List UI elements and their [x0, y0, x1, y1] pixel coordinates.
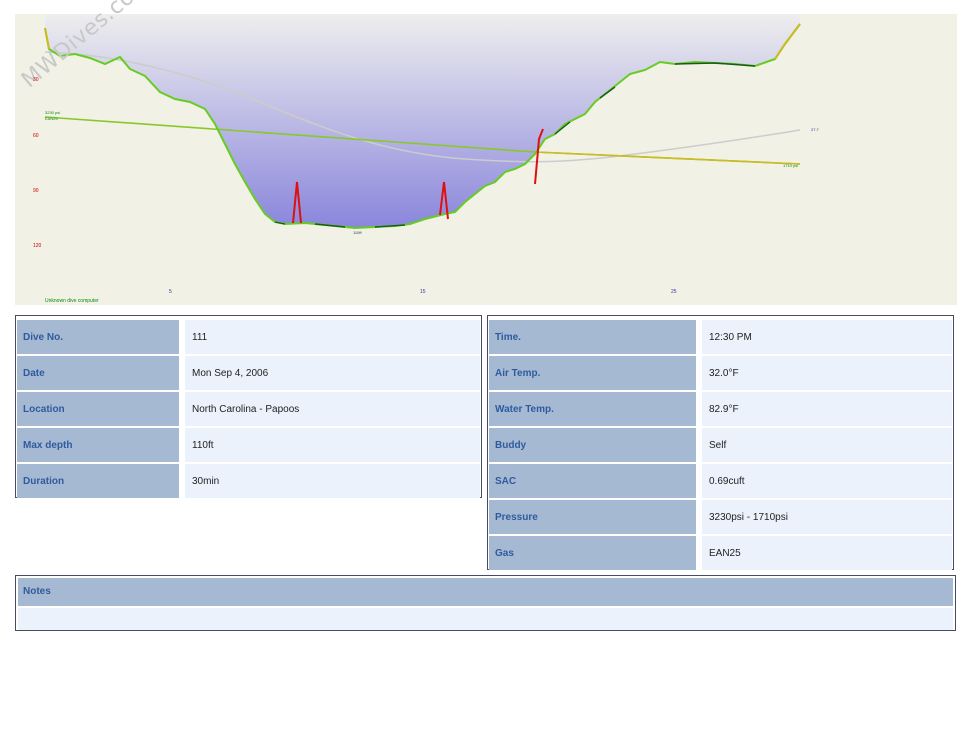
max-depth-label: Max depth [17, 428, 179, 462]
table-row: Pressure 3230psi - 1710psi [489, 500, 952, 534]
table-row: Air Temp. 32.0°F [489, 356, 952, 390]
table-row: Buddy Self [489, 428, 952, 462]
depth-area [45, 14, 800, 228]
notes-text [18, 608, 953, 630]
notes-section: Notes [15, 575, 956, 631]
temperature-label: 27.7 [811, 127, 819, 132]
depth-tick: 120 [33, 243, 42, 249]
table-row: Duration 30min [17, 464, 480, 498]
duration-value: 30min [179, 464, 480, 498]
dive-profile-svg [44, 14, 801, 230]
table-row: Max depth 110ft [17, 428, 480, 462]
time-value: 12:30 PM [696, 320, 952, 354]
water-temp-value: 82.9°F [696, 392, 952, 426]
table-row: Dive No. 111 [17, 320, 480, 354]
pressure-value: 3230psi - 1710psi [696, 500, 952, 534]
location-label: Location [17, 392, 179, 426]
air-temp-label: Air Temp. [489, 356, 696, 390]
dive-profile-chart: MWDives.com 30 60 90 120 5 15 25 110ft 3… [15, 0, 957, 305]
time-tick: 5 [169, 289, 172, 295]
water-temp-label: Water Temp. [489, 392, 696, 426]
dive-computer-label: Unknown dive computer [45, 298, 99, 304]
table-row: Date Mon Sep 4, 2006 [17, 356, 480, 390]
sac-label: SAC [489, 464, 696, 498]
time-tick: 25 [671, 289, 677, 295]
gas-label: Gas [489, 536, 696, 570]
max-depth-label: 110ft [353, 230, 362, 235]
table-row: Water Temp. 82.9°F [489, 392, 952, 426]
dive-number-label: Dive No. [17, 320, 179, 354]
duration-label: Duration [17, 464, 179, 498]
pressure-label: Pressure [489, 500, 696, 534]
start-pressure-label: 3230 psi [45, 110, 61, 115]
gas-value: EAN25 [696, 536, 952, 570]
air-temp-value: 32.0°F [696, 356, 952, 390]
dive-number-value: 111 [179, 320, 480, 354]
end-pressure-label: 1710 psi [783, 163, 799, 168]
table-row: SAC 0.69cuft [489, 464, 952, 498]
date-value: Mon Sep 4, 2006 [179, 356, 480, 390]
location-value: North Carolina - Papoos [179, 392, 480, 426]
depth-tick: 90 [33, 188, 39, 194]
depth-tick: 60 [33, 133, 39, 139]
buddy-label: Buddy [489, 428, 696, 462]
sac-value: 0.69cuft [696, 464, 952, 498]
time-tick: 15 [420, 289, 426, 295]
date-label: Date [17, 356, 179, 390]
table-row: Time. 12:30 PM [489, 320, 952, 354]
depth-tick: 30 [33, 77, 39, 83]
notes-label: Notes [18, 578, 953, 606]
buddy-value: Self [696, 428, 952, 462]
time-label: Time. [489, 320, 696, 354]
table-row: Location North Carolina - Papoos [17, 392, 480, 426]
max-depth-value: 110ft [179, 428, 480, 462]
conditions-table: Time. 12:30 PM Air Temp. 32.0°F Water Te… [487, 315, 954, 570]
dive-info-table: Dive No. 111 Date Mon Sep 4, 2006 Locati… [15, 315, 482, 498]
start-gas-label: EAN25 [45, 116, 58, 121]
pressure-line-end [534, 151, 801, 165]
table-row: Gas EAN25 [489, 536, 952, 570]
